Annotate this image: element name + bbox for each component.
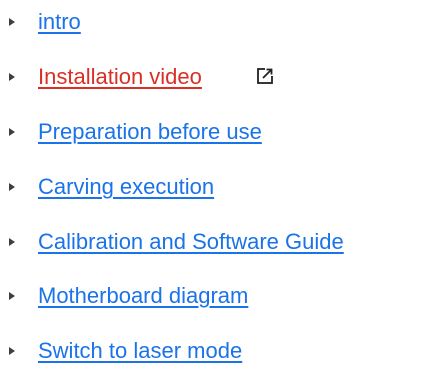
navigation-list: intro Installation video Preparation bef… <box>0 0 426 385</box>
nav-link-carving-execution[interactable]: Carving execution <box>38 173 214 201</box>
bullet-arrow-icon <box>9 73 15 81</box>
bullet-arrow-icon <box>9 347 15 355</box>
external-link-icon[interactable] <box>255 66 275 86</box>
nav-link-intro[interactable]: intro <box>38 8 81 36</box>
bullet-arrow-icon <box>9 292 15 300</box>
nav-link-installation-video[interactable]: Installation video <box>38 63 202 91</box>
nav-link-calibration-software-guide[interactable]: Calibration and Software Guide <box>38 228 344 256</box>
bullet-arrow-icon <box>9 183 15 191</box>
bullet-arrow-icon <box>9 18 15 26</box>
nav-link-motherboard-diagram[interactable]: Motherboard diagram <box>38 282 248 310</box>
nav-link-switch-to-laser-mode[interactable]: Switch to laser mode <box>38 337 242 365</box>
bullet-arrow-icon <box>9 128 15 136</box>
bullet-arrow-icon <box>9 238 15 246</box>
nav-link-preparation-before-use[interactable]: Preparation before use <box>38 118 262 146</box>
